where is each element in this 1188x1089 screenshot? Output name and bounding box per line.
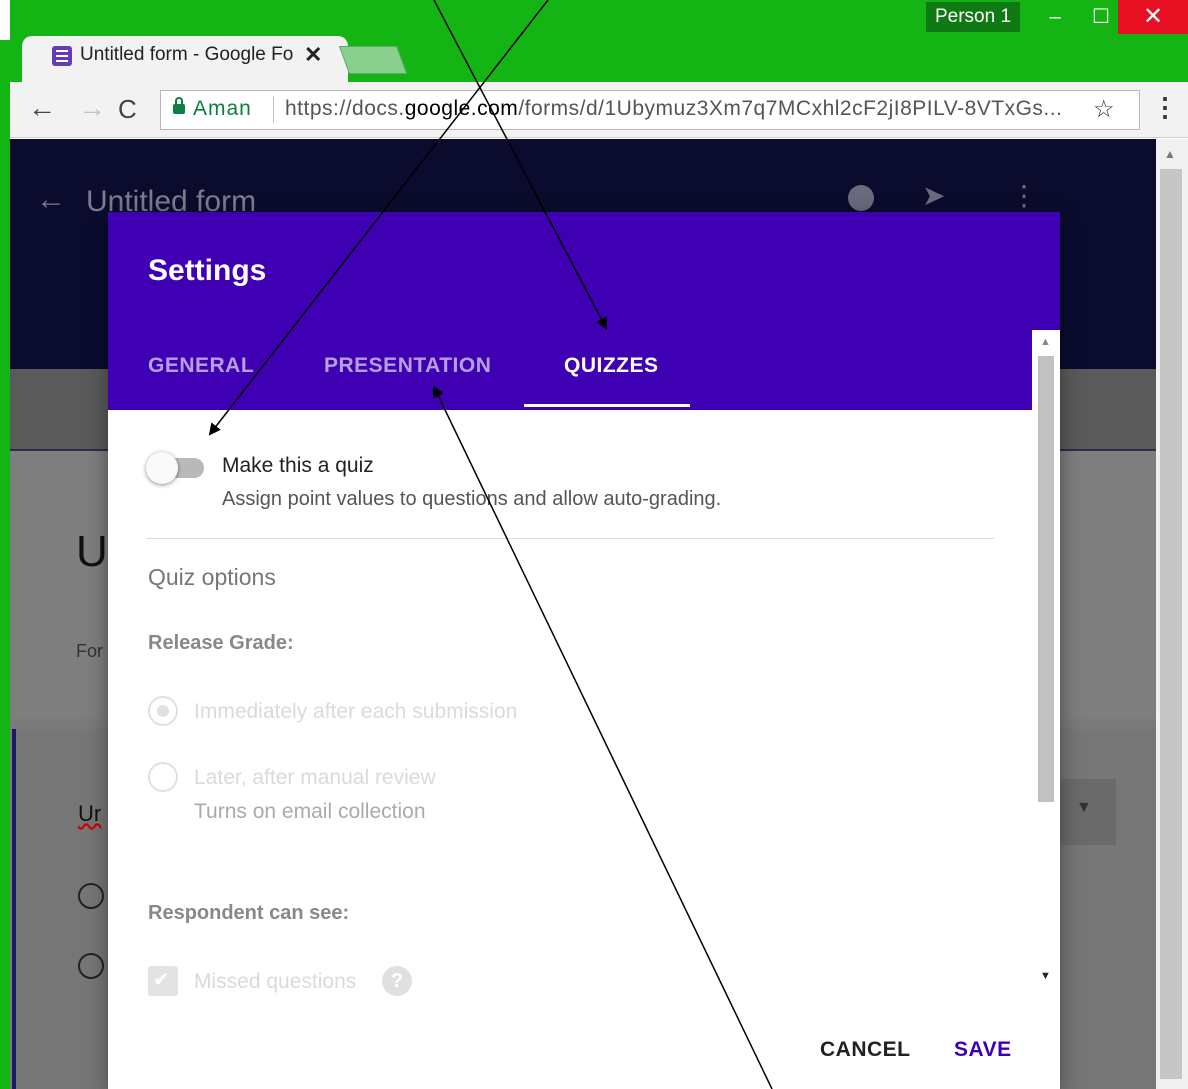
quiz-toggle-label: Make this a quiz	[222, 454, 374, 477]
checkbox-missed-questions-label: Missed questions	[194, 970, 357, 993]
question-type-dropdown	[1056, 779, 1116, 845]
address-bar[interactable]: Aman https://docs.google.com/forms/d/1Ub…	[160, 90, 1140, 130]
quiz-options-heading: Quiz options	[148, 564, 276, 590]
new-tab-button[interactable]	[338, 46, 408, 74]
window-frame-left	[0, 40, 10, 1089]
arrow-right-icon[interactable]: →	[78, 92, 106, 124]
dialog-scroll-thumb[interactable]	[1038, 356, 1054, 802]
respondent-label: Respondent can see:	[148, 902, 350, 924]
radio-later-sublabel: Turns on email collection	[194, 800, 426, 823]
palette-icon[interactable]	[848, 185, 874, 211]
minimize-button[interactable]: ‒	[1034, 0, 1076, 34]
question-title-bg: Ur	[78, 801, 102, 826]
section-divider	[146, 538, 994, 539]
cancel-button[interactable]: CANCEL	[820, 1038, 911, 1062]
page-scrollbar[interactable]: ▲	[1156, 139, 1188, 1089]
settings-dialog: Settings GENERAL PRESENTATION QUIZZES Ma…	[108, 212, 1060, 1089]
radio-later-label: Later, after manual review	[194, 766, 436, 789]
maximize-button[interactable]: ☐	[1080, 0, 1122, 34]
tab-close-icon[interactable]: ✕	[304, 42, 322, 68]
dialog-header: Settings GENERAL PRESENTATION QUIZZES	[108, 212, 1060, 410]
profile-button[interactable]: Person 1	[926, 2, 1020, 32]
arrow-left-icon[interactable]: ←	[28, 92, 56, 124]
quiz-toggle-description: Assign point values to questions and all…	[222, 488, 722, 510]
secure-label: Aman	[193, 97, 252, 120]
quiz-toggle-knob[interactable]	[146, 452, 178, 484]
tab-title: Untitled form - Google Fo	[80, 44, 294, 65]
dialog-title: Settings	[148, 254, 267, 287]
close-window-button[interactable]: ✕	[1118, 0, 1188, 34]
active-tab-indicator	[524, 404, 690, 407]
save-button[interactable]: SAVE	[954, 1038, 1012, 1062]
lock-icon	[173, 97, 185, 114]
kebab-menu-icon[interactable]: ⋮	[1152, 92, 1178, 123]
help-icon[interactable]: ?	[382, 966, 412, 996]
radio-immediately[interactable]	[148, 696, 178, 726]
browser-tab-active[interactable]: Untitled form - Google Fo ✕	[22, 36, 348, 82]
tab-quizzes[interactable]: QUIZZES	[564, 354, 659, 378]
star-icon[interactable]: ☆	[1093, 95, 1115, 124]
reload-icon[interactable]: C	[118, 94, 137, 125]
form-back-icon[interactable]: ←	[36, 183, 66, 217]
scroll-thumb[interactable]	[1160, 169, 1182, 1079]
dialog-body: Make this a quiz Assign point values to …	[108, 410, 1060, 1000]
scroll-up-icon[interactable]: ▲	[1040, 336, 1051, 348]
checkbox-missed-questions[interactable]	[148, 966, 178, 996]
google-forms-icon	[52, 46, 72, 66]
release-grade-label: Release Grade:	[148, 632, 294, 654]
form-desc-bg: For	[76, 641, 103, 661]
more-icon[interactable]: ⋮	[1010, 179, 1038, 212]
form-title-bg: U	[76, 527, 108, 576]
send-icon[interactable]: ➤	[922, 179, 945, 212]
scroll-down-icon[interactable]: ▼	[1040, 970, 1051, 982]
option-radio-bg	[78, 883, 104, 909]
radio-immediately-label: Immediately after each submission	[194, 700, 518, 723]
option-radio-bg	[78, 953, 104, 979]
scroll-up-icon[interactable]: ▲	[1164, 147, 1176, 161]
browser-toolbar: ← → C Aman https://docs.google.com/forms…	[10, 82, 1188, 138]
radio-later[interactable]	[148, 762, 178, 792]
url-text[interactable]: https://docs.google.com/forms/d/1Ubymuz3…	[285, 97, 1062, 121]
dialog-scrollbar[interactable]: ▲ ▼	[1032, 330, 1060, 1000]
tab-general[interactable]: GENERAL	[148, 354, 254, 378]
tab-presentation[interactable]: PRESENTATION	[324, 354, 491, 378]
address-divider	[273, 97, 274, 123]
